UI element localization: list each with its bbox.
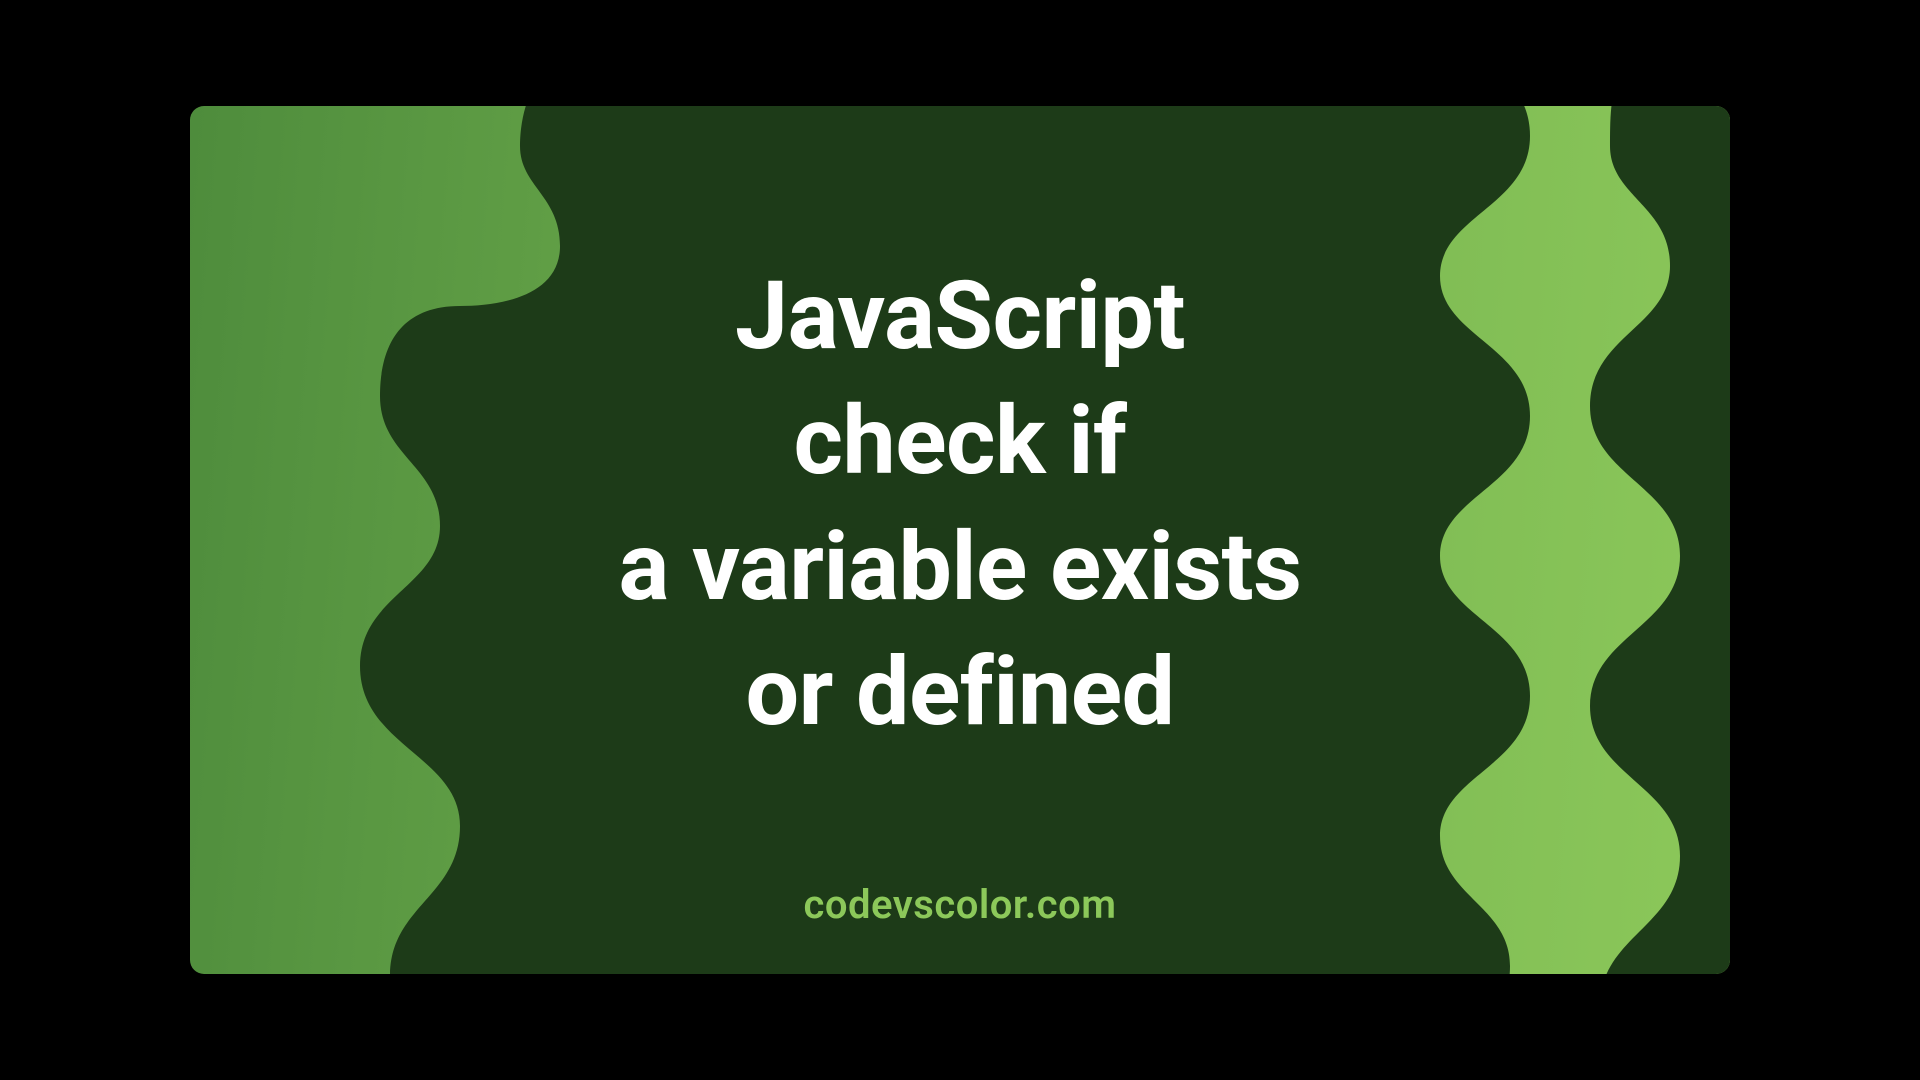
title-line-3: a variable exists [619,512,1302,623]
title-line-4: or defined [746,637,1175,748]
title-line-2: check if [794,386,1127,497]
attribution-text: codevscolor.com [190,881,1730,928]
hero-title: JavaScript check if a variable exists or… [190,254,1730,756]
hero-card: JavaScript check if a variable exists or… [190,106,1730,974]
title-line-1: JavaScript [735,261,1185,372]
